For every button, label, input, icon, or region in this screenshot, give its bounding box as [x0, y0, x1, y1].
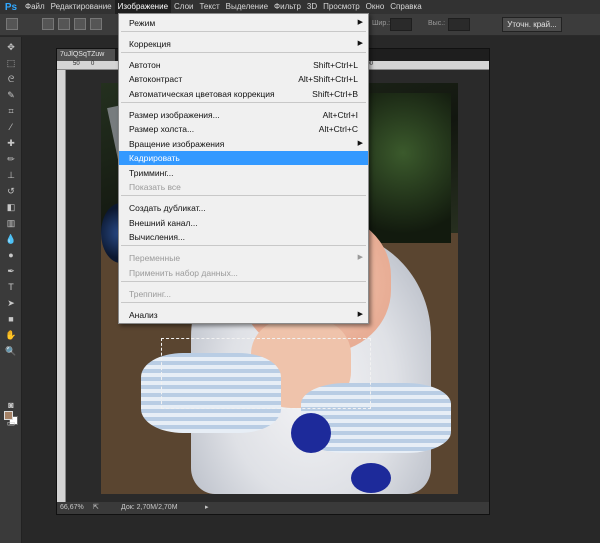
menu-item-trap[interactable]: Треппинг...: [119, 287, 368, 301]
submenu-arrow-icon: ▶: [357, 254, 363, 261]
doc-info: Док: 2,70M/2,70M: [121, 504, 178, 511]
healing-brush-tool-icon[interactable]: ✚: [5, 137, 17, 149]
status-arrow-icon[interactable]: ▸: [205, 502, 209, 514]
menu-select[interactable]: Выделение: [223, 0, 271, 14]
shape-tool-icon[interactable]: ■: [5, 313, 17, 325]
menu-filter[interactable]: Фильтр: [271, 0, 304, 14]
history-brush-tool-icon[interactable]: ↺: [5, 185, 17, 197]
status-bar: 66,67% ⇱ Док: 2,70M/2,70M ▸: [57, 502, 489, 514]
zoom-level[interactable]: 66,67%: [60, 502, 84, 514]
menu-item-adjustments[interactable]: Коррекция ▶: [119, 37, 368, 51]
export-icon[interactable]: ⇱: [93, 502, 99, 514]
clone-stamp-tool-icon[interactable]: ⊥: [5, 169, 17, 181]
refine-edge-button[interactable]: Уточн. край...: [502, 17, 562, 32]
vertical-ruler: [57, 70, 66, 502]
intersect-selection-icon[interactable]: [90, 18, 102, 30]
menu-item-calculations[interactable]: Вычисления...: [119, 230, 368, 244]
menu-view[interactable]: Просмотр: [320, 0, 363, 14]
menu-item-canvas-size[interactable]: Размер холста... Alt+Ctrl+C: [119, 122, 368, 136]
screen-mode-icon[interactable]: ▭: [5, 417, 17, 429]
width-field[interactable]: [390, 18, 412, 31]
width-label: Шир.:: [372, 20, 391, 27]
zoom-tool-icon[interactable]: 🔍: [5, 345, 17, 357]
submenu-arrow-icon: ▶: [357, 311, 363, 318]
menu-item-image-size[interactable]: Размер изображения... Alt+Ctrl+I: [119, 108, 368, 122]
path-selection-tool-icon[interactable]: ➤: [5, 297, 17, 309]
menu-window[interactable]: Окно: [363, 0, 388, 14]
submenu-arrow-icon: ▶: [357, 140, 363, 147]
menu-separator: [121, 281, 366, 282]
menu-item-auto-color[interactable]: Автоматическая цветовая коррекция Shift+C…: [119, 87, 368, 101]
menu-separator: [121, 52, 366, 53]
eyedropper-tool-icon[interactable]: ⁄: [5, 121, 17, 133]
menu-item-auto-contrast[interactable]: Автоконтраст Alt+Shift+Ctrl+L: [119, 72, 368, 86]
menu-edit[interactable]: Редактирование: [48, 0, 115, 14]
add-selection-icon[interactable]: [58, 18, 70, 30]
type-tool-icon[interactable]: T: [5, 281, 17, 293]
menu-separator: [121, 31, 366, 32]
menu-separator: [121, 102, 366, 103]
dodge-tool-icon[interactable]: ●: [5, 249, 17, 261]
menu-item-apply-image[interactable]: Внешний канал...: [119, 216, 368, 230]
submenu-arrow-icon: ▶: [357, 19, 363, 26]
brush-tool-icon[interactable]: ✏: [5, 153, 17, 165]
photoshop-logo: Ps: [4, 1, 18, 13]
menu-separator: [121, 245, 366, 246]
lasso-tool-icon[interactable]: ᘓ: [5, 73, 17, 85]
tools-panel: ✥ ⬚ ᘓ ✎ ⌗ ⁄ ✚ ✏ ⊥ ↺ ◧ ▥ 💧 ● ✒ T ➤ ■ ✋ 🔍 …: [0, 37, 22, 543]
document-tab[interactable]: 7uJlQSqTZuw: [57, 49, 115, 61]
menu-item-duplicate[interactable]: Создать дубликат...: [119, 201, 368, 215]
menu-separator: [121, 302, 366, 303]
menu-item-reveal-all[interactable]: Показать все: [119, 180, 368, 194]
menu-image[interactable]: Изображение: [114, 0, 172, 14]
menu-item-mode[interactable]: Режим ▶: [119, 16, 368, 30]
menu-layers[interactable]: Слои: [171, 0, 196, 14]
gradient-tool-icon[interactable]: ▥: [5, 217, 17, 229]
menu-separator: [121, 195, 366, 196]
menu-item-apply-data-set[interactable]: Применить набор данных...: [119, 266, 368, 280]
move-tool-icon[interactable]: ✥: [5, 41, 17, 53]
menu-help[interactable]: Справка: [387, 0, 424, 14]
menu-item-trim[interactable]: Тримминг...: [119, 166, 368, 180]
eraser-tool-icon[interactable]: ◧: [5, 201, 17, 213]
menu-item-crop[interactable]: Кадрировать: [119, 151, 368, 165]
new-selection-icon[interactable]: [42, 18, 54, 30]
menu-3d[interactable]: 3D: [304, 0, 320, 14]
tool-preset-icon[interactable]: [6, 18, 18, 30]
image-menu-dropdown: Режим ▶ Коррекция ▶ Автотон Shift+Ctrl+L Ав…: [118, 13, 369, 324]
blur-tool-icon[interactable]: 💧: [5, 233, 17, 245]
pen-tool-icon[interactable]: ✒: [5, 265, 17, 277]
menu-item-image-rotation[interactable]: Вращение изображения ▶: [119, 137, 368, 151]
crop-tool-icon[interactable]: ⌗: [5, 105, 17, 117]
subtract-selection-icon[interactable]: [74, 18, 86, 30]
height-label: Выс.:: [428, 20, 446, 27]
ruler-mark: 50: [73, 61, 80, 67]
menu-item-auto-tone[interactable]: Автотон Shift+Ctrl+L: [119, 58, 368, 72]
menu-type[interactable]: Текст: [196, 0, 222, 14]
quick-mask-icon[interactable]: ◙: [5, 399, 17, 411]
height-field[interactable]: [448, 18, 470, 31]
quick-select-tool-icon[interactable]: ✎: [5, 89, 17, 101]
menu-file[interactable]: Файл: [22, 0, 48, 14]
marquee-tool-icon[interactable]: ⬚: [5, 57, 17, 69]
submenu-arrow-icon: ▶: [357, 40, 363, 47]
menu-item-analysis[interactable]: Анализ ▶: [119, 308, 368, 322]
ruler-mark: 0: [91, 61, 95, 67]
selection-marquee: [161, 338, 371, 409]
menu-bar: Ps Файл Редактирование Изображение Слои …: [0, 0, 600, 14]
menu-item-variables[interactable]: Переменные ▶: [119, 251, 368, 265]
hand-tool-icon[interactable]: ✋: [5, 329, 17, 341]
